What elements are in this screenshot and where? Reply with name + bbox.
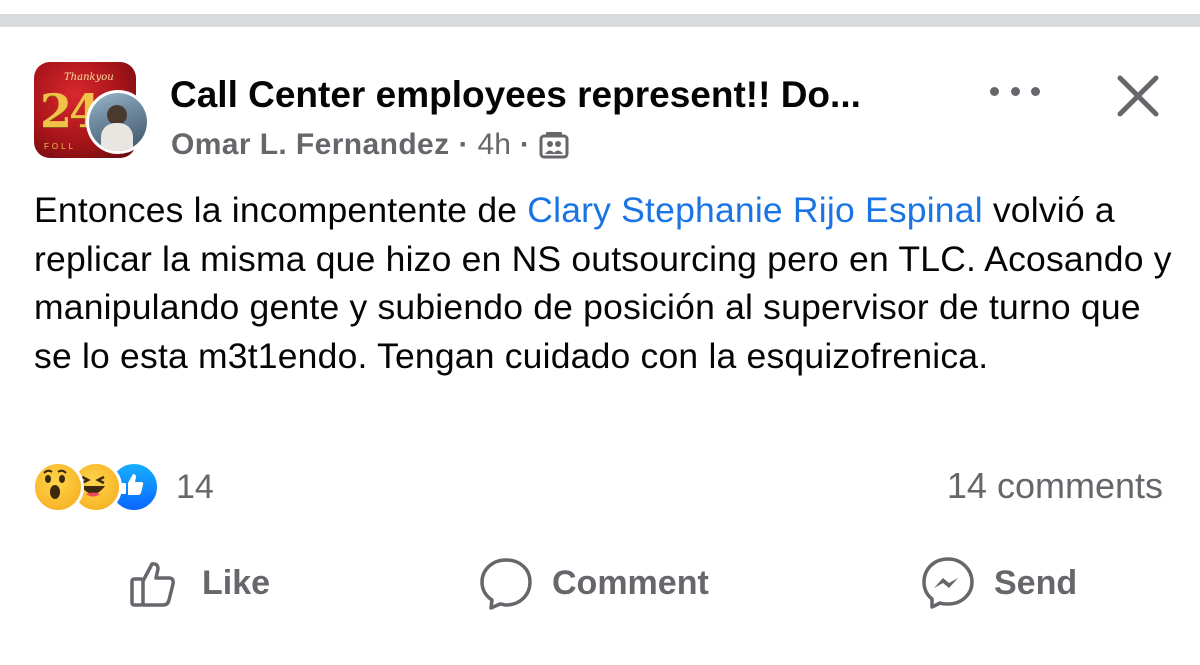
- like-button[interactable]: Like: [128, 555, 270, 611]
- messenger-icon: [922, 557, 974, 609]
- close-icon[interactable]: [1114, 72, 1162, 120]
- group-avatar-tag: FOLL: [44, 142, 77, 151]
- meta-separator: ·: [458, 128, 469, 161]
- comment-label: Comment: [552, 563, 709, 602]
- top-separator: [0, 0, 1200, 30]
- send-label: Send: [994, 563, 1078, 602]
- post-time[interactable]: 4h: [478, 128, 511, 162]
- reactions-summary[interactable]: 14: [32, 461, 214, 513]
- like-icon: [130, 562, 175, 607]
- group-avatar-script: Thankyou: [64, 72, 114, 83]
- post-body-text: Entonces la incompentente de: [34, 190, 528, 230]
- post-meta: Omar L. Fernandez · 4h ·: [171, 128, 569, 162]
- post-group-title[interactable]: Call Center employees represent!! Do...: [170, 74, 861, 116]
- like-label: Like: [202, 563, 271, 602]
- group-audience-icon: [539, 132, 569, 159]
- author-avatar[interactable]: [86, 90, 150, 154]
- action-bar: Like Comment Send: [0, 545, 1200, 625]
- comment-button[interactable]: Comment: [478, 555, 709, 611]
- comment-icon: [480, 558, 532, 610]
- meta-separator: ·: [519, 128, 530, 161]
- post-body: Entonces la incompentente de Clary Steph…: [34, 186, 1174, 380]
- wow-reaction-icon: [32, 461, 84, 513]
- send-button[interactable]: Send: [920, 555, 1077, 611]
- more-options-button[interactable]: [990, 76, 1040, 106]
- author-name[interactable]: Omar L. Fernandez: [171, 128, 450, 162]
- comment-count[interactable]: 14 comments: [947, 465, 1163, 507]
- reaction-count[interactable]: 14: [176, 468, 214, 507]
- mention-link[interactable]: Clary Stephanie Rijo Espinal: [527, 190, 983, 230]
